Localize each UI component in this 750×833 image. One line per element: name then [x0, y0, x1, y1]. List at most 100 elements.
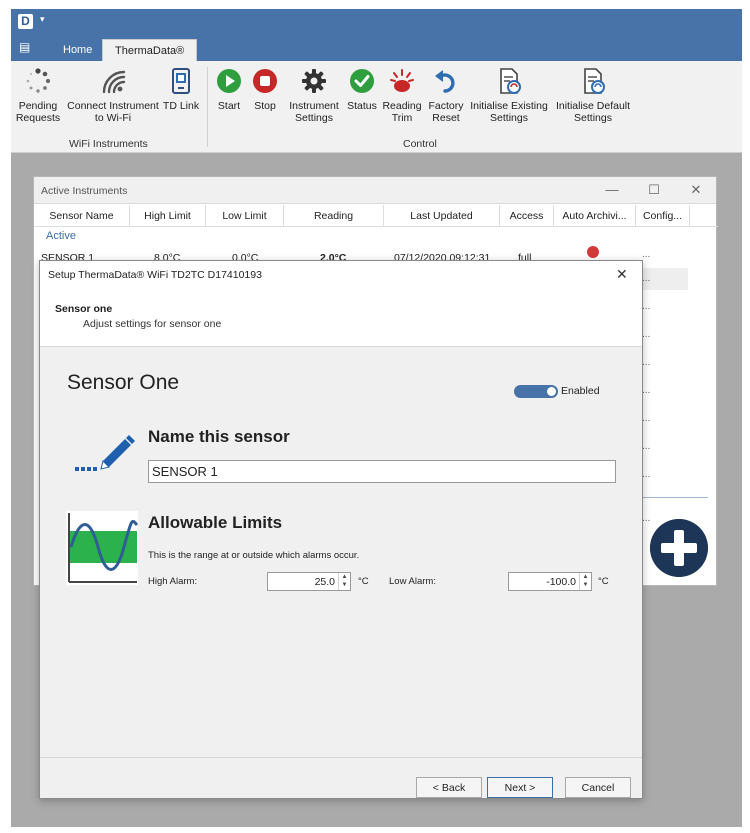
status-button[interactable]: Status [345, 67, 379, 112]
instruments-grid-header: Sensor Name High Limit Low Limit Reading… [34, 205, 718, 227]
spinner-icon [26, 68, 51, 93]
ribbon-group-separator [207, 67, 208, 147]
config-ellipsis[interactable]: ... [642, 513, 650, 524]
next-button[interactable]: Next > [487, 777, 553, 798]
sensor-title: Sensor One [67, 371, 180, 394]
config-ellipsis[interactable]: ... [642, 273, 650, 284]
toggle-knob [547, 387, 556, 396]
column-auto-archiving[interactable]: Auto Archivi... [554, 205, 636, 227]
start-button[interactable]: Start [213, 67, 245, 112]
dialog-close-icon[interactable]: ✕ [616, 266, 628, 283]
dialog-title-bar: Setup ThermaData® WiFi TD2TC D17410193 ✕ [40, 261, 642, 287]
minimize-icon[interactable]: — [602, 181, 622, 199]
config-ellipsis[interactable]: ... [642, 385, 650, 396]
pending-requests-label: Pending Requests [15, 100, 61, 124]
initialise-existing-settings-label: Initialise Existing Settings [470, 100, 548, 124]
config-ellipsis[interactable]: ... [642, 329, 650, 340]
wifi-icon [102, 70, 126, 94]
pending-requests-button[interactable]: Pending Requests [15, 67, 61, 124]
column-high-limit[interactable]: High Limit [130, 205, 206, 227]
divider [642, 497, 708, 498]
group-active-label[interactable]: Active [46, 230, 76, 242]
enabled-label: Enabled [561, 385, 600, 397]
file-menu-icon[interactable]: ▤ [19, 40, 30, 54]
config-ellipsis[interactable]: ... [642, 249, 650, 260]
check-icon [350, 69, 374, 93]
stop-button[interactable]: Stop [249, 67, 281, 112]
config-ellipsis[interactable]: ... [642, 357, 650, 368]
tab-thermadata[interactable]: ThermaData® [102, 39, 198, 61]
initialise-default-settings-label: Initialise Default Settings [555, 100, 631, 124]
document-refresh-icon [584, 68, 605, 94]
high-alarm-unit: °C [358, 576, 369, 587]
application-window: D ▾ ▤ Home ThermaData® Pending Requests [11, 9, 742, 827]
app-logo-icon[interactable]: D [18, 14, 33, 29]
dialog-header-subtitle: Adjust settings for sensor one [83, 318, 222, 330]
enabled-toggle[interactable] [514, 385, 558, 398]
active-instruments-title: Active Instruments [41, 185, 128, 197]
low-alarm-spin-arrows-icon[interactable]: ▲ ▼ [579, 573, 591, 590]
config-ellipsis[interactable]: ... [642, 413, 650, 424]
cancel-button[interactable]: Cancel [565, 777, 631, 798]
ribbon: Pending Requests Connect Instrument to W… [11, 61, 742, 153]
undo-icon [435, 70, 455, 93]
instrument-settings-label: Instrument Settings [289, 100, 339, 124]
start-label: Start [217, 100, 241, 112]
add-instrument-button[interactable] [650, 519, 708, 577]
td-link-icon [172, 68, 190, 94]
high-alarm-stepper[interactable]: ▲▼ [267, 572, 351, 591]
column-last-updated[interactable]: Last Updated [384, 205, 500, 227]
factory-reset-button[interactable]: Factory Reset [425, 67, 467, 124]
low-alarm-stepper[interactable]: ▲▼ [508, 572, 592, 591]
allowable-limits-description: This is the range at or outside which al… [148, 550, 360, 561]
td-link-button[interactable]: TD Link [161, 67, 201, 112]
pencil-icon [75, 435, 135, 471]
connect-wifi-label: Connect Instrument to Wi-Fi [67, 100, 159, 124]
gear-icon [302, 69, 326, 93]
connect-wifi-button[interactable]: Connect Instrument to Wi-Fi [65, 67, 161, 124]
document-refresh-icon [500, 68, 521, 94]
config-ellipsis[interactable]: ... [642, 441, 650, 452]
wifi-instruments-group-label: WiFi Instruments [69, 138, 148, 150]
reading-trim-label: Reading Trim [382, 100, 422, 124]
instrument-settings-button[interactable]: Instrument Settings [285, 67, 343, 124]
low-alarm-input[interactable] [509, 573, 579, 590]
column-access[interactable]: Access [500, 205, 554, 227]
auto-archiving-status-indicator [587, 246, 599, 258]
stop-icon [253, 69, 277, 93]
control-group-label: Control [403, 138, 437, 150]
ribbon-tab-row: ▤ Home ThermaData® [11, 34, 742, 61]
close-icon[interactable]: ✕ [686, 181, 706, 199]
config-ellipsis[interactable]: ... [642, 469, 650, 480]
low-alarm-unit: °C [598, 576, 609, 587]
reading-trim-button[interactable]: Reading Trim [381, 67, 423, 124]
column-reading[interactable]: Reading [284, 205, 384, 227]
maximize-icon[interactable]: ☐ [644, 181, 664, 199]
factory-reset-label: Factory Reset [428, 100, 464, 124]
dialog-title: Setup ThermaData® WiFi TD2TC D17410193 [48, 269, 262, 281]
column-low-limit[interactable]: Low Limit [206, 205, 284, 227]
tab-home[interactable]: Home [51, 39, 104, 61]
stop-label: Stop [254, 100, 276, 112]
allowable-limits-heading: Allowable Limits [148, 513, 283, 532]
active-instruments-title-bar: Active Instruments — ☐ ✕ [34, 177, 716, 204]
dialog-header: Sensor one Adjust settings for sensor on… [40, 287, 642, 347]
td-link-label: TD Link [162, 100, 200, 112]
column-config[interactable]: Config... [636, 205, 690, 227]
trim-icon [390, 69, 414, 92]
sensor-name-input[interactable] [148, 460, 616, 483]
back-button[interactable]: < Back [416, 777, 482, 798]
setup-dialog: Setup ThermaData® WiFi TD2TC D17410193 ✕… [39, 260, 643, 799]
quick-access-dropdown-icon[interactable]: ▾ [40, 14, 45, 25]
limits-chart-icon [66, 511, 138, 585]
status-label: Status [347, 100, 377, 112]
high-alarm-spin-arrows-icon[interactable]: ▲ ▼ [338, 573, 350, 590]
name-sensor-heading: Name this sensor [148, 427, 290, 446]
initialise-existing-settings-button[interactable]: Initialise Existing Settings [468, 67, 550, 124]
config-ellipsis[interactable]: ... [642, 301, 650, 312]
column-sensor-name[interactable]: Sensor Name [34, 205, 130, 227]
low-alarm-label: Low Alarm: [389, 576, 436, 587]
high-alarm-input[interactable] [268, 573, 338, 590]
initialise-default-settings-button[interactable]: Initialise Default Settings [553, 67, 633, 124]
dialog-header-title: Sensor one [55, 303, 113, 315]
